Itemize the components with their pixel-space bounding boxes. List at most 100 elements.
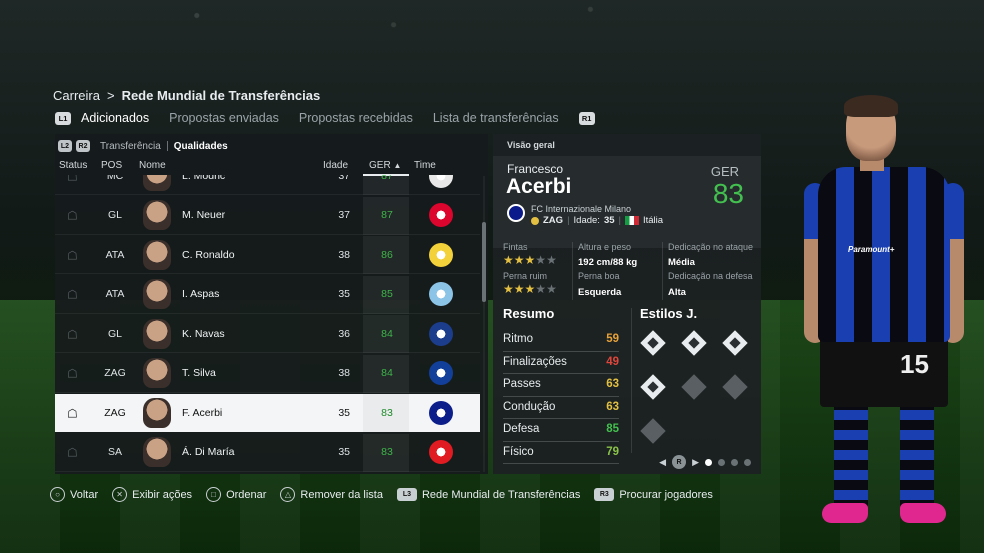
prompt-triangle-button[interactable]: △ Remover da lista [280, 487, 383, 502]
celta-crest-icon [429, 282, 453, 306]
empty-playstyle-slot [681, 374, 707, 400]
pager-dot[interactable] [744, 458, 751, 466]
stat-label: Defesa [503, 423, 540, 435]
breadcrumb-root[interactable]: Carreira [53, 88, 100, 103]
prompt-r3-button[interactable]: R3 Procurar jogadores [594, 488, 713, 501]
playstyles-grid [640, 328, 752, 444]
binoculars-icon[interactable]: ☖ [67, 367, 81, 381]
stat-label: Condução [503, 400, 556, 413]
stats-list: Ritmo 59 Finalizações 49 Passes 63 Condução 63 D… [503, 329, 619, 464]
binoculars-icon[interactable]: ☖ [67, 446, 81, 460]
stat-row: Condução 63 [503, 397, 619, 419]
playstyle-icon[interactable] [640, 374, 666, 400]
pager-dot[interactable] [731, 458, 738, 466]
binoculars-icon[interactable]: ☖ [67, 175, 81, 183]
table-row[interactable]: ☖ GL M. Neuer 37 87 [55, 196, 480, 235]
playstyles-title: Estilos J. [640, 306, 698, 321]
col-ger[interactable]: GER ▲ [363, 160, 409, 176]
star-icon: ★ [503, 282, 514, 296]
binoculars-icon[interactable]: ☖ [67, 248, 81, 262]
pager-dot[interactable] [718, 458, 725, 466]
circle-button-icon: ○ [50, 487, 65, 502]
table-row[interactable]: ☖ ATA I. Aspas 35 85 [55, 275, 480, 314]
inter-crest-icon [507, 204, 525, 222]
row-position: SA [107, 446, 122, 458]
r2-button-icon[interactable]: R2 [76, 140, 90, 152]
star-icon: ★ [503, 253, 514, 267]
binoculars-icon[interactable]: ☖ [67, 288, 81, 302]
table-row[interactable]: ☖ SA Á. Di María 35 83 [55, 433, 480, 472]
player-first-name: Francesco [507, 162, 564, 176]
row-name: T. Silva [182, 367, 216, 379]
prompt-cross-button[interactable]: ✕ Exibir ações [112, 487, 192, 502]
page-title: Rede Mundial de Transferências [121, 88, 321, 103]
prompt-circle-button[interactable]: ○ Voltar [50, 487, 98, 502]
section-label: Visão geral [507, 140, 555, 150]
row-age: 37 [338, 175, 350, 182]
star-icon: ★ [535, 282, 547, 296]
pref-foot-value: Esquerda [578, 287, 622, 298]
col-name[interactable]: Nome [139, 160, 166, 171]
row-age: 35 [338, 406, 350, 419]
playstyle-icon[interactable] [681, 330, 707, 356]
player-shirt [818, 167, 950, 342]
prompt-square-button[interactable]: □ Ordenar [206, 487, 266, 502]
table-row[interactable]: ☖ MC L. Modrić 37 87 [55, 175, 480, 195]
player-list-panel: L2 R2 Transferência Qualidades Status PO… [55, 134, 488, 474]
player-face [143, 279, 171, 309]
player-face [143, 239, 171, 270]
row-name: I. Aspas [182, 288, 220, 300]
triangle-button-icon: △ [280, 487, 296, 502]
r3-button-icon: R3 [594, 488, 615, 501]
subtab-transferencia[interactable]: Transferência [100, 141, 161, 152]
pager-right-icon[interactable]: ▶ [692, 457, 699, 468]
italy-flag-icon [625, 216, 639, 225]
r1-button-icon[interactable]: R1 [578, 111, 595, 125]
binoculars-icon[interactable]: ☖ [67, 327, 81, 341]
player-face [143, 358, 171, 388]
stat-value: 63 [606, 400, 619, 413]
scrollbar-thumb[interactable] [482, 222, 486, 302]
sort-up-icon: ▲ [393, 161, 402, 170]
attr-divider [572, 242, 573, 300]
player-boot [822, 503, 868, 523]
attributes-block: Fintas ★★★★★ Perna ruim ★★★★★ Altura e p… [493, 240, 761, 304]
table-row[interactable]: ☖ GL K. Navas 36 84 [55, 315, 480, 353]
r-stick-icon[interactable]: R [672, 455, 687, 469]
col-pos[interactable]: POS [101, 160, 122, 171]
pager-dot[interactable] [705, 458, 712, 466]
empty-playstyle-slot [722, 374, 748, 400]
binoculars-icon[interactable]: ☖ [67, 209, 81, 223]
row-name: F. Acerbi [182, 406, 223, 419]
section-divider [631, 308, 632, 453]
col-age[interactable]: Idade [323, 160, 348, 171]
tab-propostas-enviadas[interactable]: Propostas enviadas [159, 111, 289, 125]
real-madrid-crest-icon [429, 175, 453, 188]
playstyle-icon[interactable] [640, 330, 666, 356]
meta-divider: | [618, 215, 621, 226]
table-header: Status POS Nome Idade GER ▲ Time [55, 156, 488, 176]
l2-button-icon[interactable]: L2 [58, 140, 72, 152]
l1-button-icon[interactable]: L1 [55, 111, 71, 125]
pager-left-icon[interactable]: ◀ [659, 457, 666, 468]
prompt-l3-button[interactable]: L3 Rede Mundial de Transferências [396, 488, 580, 501]
table-row[interactable]: ☖ ZAG T. Silva 38 84 [55, 354, 480, 393]
attr-divider [662, 242, 663, 300]
row-name: Á. Di María [182, 446, 235, 458]
tab-adicionados[interactable]: Adicionados [71, 111, 159, 125]
subtab-qualidades[interactable]: Qualidades [174, 141, 228, 152]
col-status[interactable]: Status [59, 160, 87, 171]
tab-lista-transferencias[interactable]: Lista de transferências [423, 111, 569, 125]
row-position: GL [107, 209, 122, 221]
binoculars-icon[interactable]: ☖ [67, 406, 81, 420]
tab-propostas-recebidas[interactable]: Propostas recebidas [289, 111, 423, 125]
summary-title: Resumo [503, 306, 555, 321]
col-team[interactable]: Time [414, 160, 436, 171]
table-row[interactable]: ☖ ZAG F. Acerbi 35 83 [55, 394, 480, 432]
star-icon: ★ [546, 282, 557, 296]
table-row[interactable]: ☖ ATA C. Ronaldo 38 86 [55, 236, 480, 274]
prompt-label: Remover da lista [300, 488, 383, 501]
row-ger: 87 [381, 175, 393, 182]
scroll-track[interactable] [483, 176, 485, 472]
playstyle-icon[interactable] [722, 330, 748, 356]
